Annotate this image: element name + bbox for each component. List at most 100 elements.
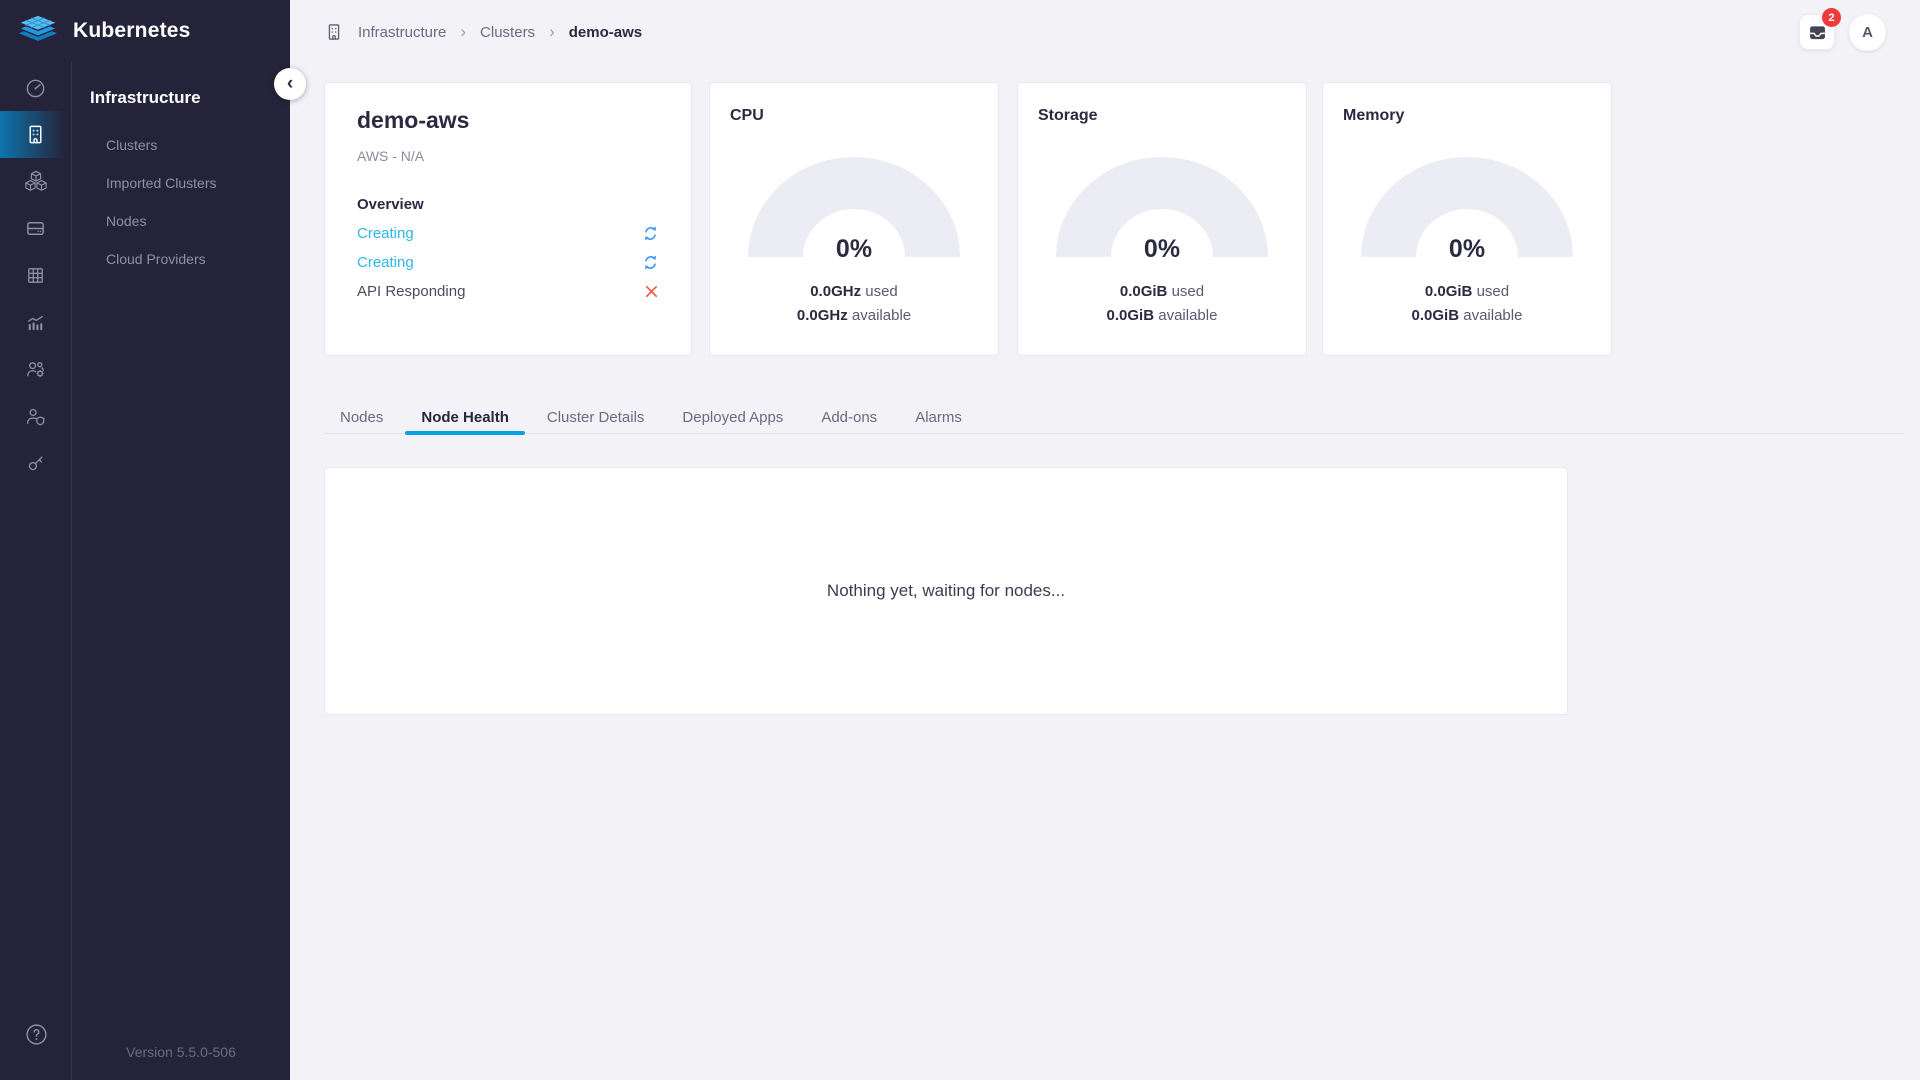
used-label: used	[1477, 283, 1510, 300]
storage-metric-card: Storage 0% 0.0GiB used 0.0GiB available	[1017, 82, 1307, 356]
available-value: 0.0GHz	[797, 307, 848, 324]
cluster-summary-card: demo-aws AWS - N/A Overview Creating Cre…	[324, 82, 692, 356]
sidebar-item-clusters[interactable]: Clusters	[90, 126, 290, 164]
used-line: 0.0GiB used	[1323, 280, 1611, 304]
tab-add-ons[interactable]: Add-ons	[805, 402, 893, 433]
cluster-tabs: Nodes Node Health Cluster Details Deploy…	[324, 402, 1904, 434]
submenu-title: Infrastructure	[90, 88, 290, 108]
sidebar-item-cloud-providers[interactable]: Cloud Providers	[90, 240, 290, 278]
cubes-icon	[24, 170, 48, 193]
breadcrumb-current-cluster: demo-aws	[569, 24, 642, 41]
sidebar-submenu: Infrastructure Clusters Imported Cluster…	[72, 62, 290, 1080]
rail-item-analytics[interactable]	[0, 299, 71, 346]
users-gear-icon	[24, 358, 47, 381]
status-label: API Responding	[357, 283, 465, 300]
breadcrumb: Infrastructure › Clusters › demo-aws	[324, 22, 642, 42]
submenu-items: Clusters Imported Clusters Nodes Cloud P…	[90, 126, 290, 278]
breadcrumb-building-icon	[324, 22, 344, 42]
metric-stats: 0.0GiB used 0.0GiB available	[1323, 280, 1611, 328]
used-line: 0.0GiB used	[1018, 280, 1306, 304]
tab-node-health[interactable]: Node Health	[405, 402, 525, 433]
available-value: 0.0GiB	[1107, 307, 1155, 324]
status-row: Creating	[357, 254, 659, 271]
x-icon	[644, 284, 659, 299]
sync-icon	[642, 254, 659, 271]
gauge-percent: 0%	[1323, 235, 1611, 264]
gauge-percent: 0%	[710, 235, 998, 264]
status-label: Creating	[357, 254, 414, 271]
dashboard-gauge-icon	[24, 76, 47, 99]
cluster-name: demo-aws	[357, 107, 659, 134]
brand-header: Kubernetes	[0, 0, 290, 62]
used-value: 0.0GHz	[810, 283, 861, 300]
sidebar-collapse-button[interactable]: ‹	[274, 68, 306, 100]
topbar-actions: 2 A	[1799, 14, 1886, 51]
available-label: available	[852, 307, 911, 324]
sidebar-body: Infrastructure Clusters Imported Cluster…	[0, 62, 290, 1080]
rail-item-servers[interactable]	[0, 205, 71, 252]
empty-state-message: Nothing yet, waiting for nodes...	[827, 581, 1065, 601]
status-row: API Responding	[357, 283, 659, 300]
available-value: 0.0GiB	[1412, 307, 1460, 324]
tab-cluster-details[interactable]: Cluster Details	[531, 402, 661, 433]
metric-title: Storage	[1038, 107, 1098, 125]
breadcrumb-separator: ›	[460, 22, 466, 42]
rail-item-dashboard[interactable]	[0, 64, 71, 111]
metric-title: Memory	[1343, 107, 1404, 125]
user-shield-icon	[24, 405, 47, 428]
notification-badge: 2	[1822, 8, 1841, 27]
overview-title: Overview	[357, 196, 659, 213]
tab-deployed-apps[interactable]: Deployed Apps	[666, 402, 799, 433]
available-line: 0.0GHz available	[710, 304, 998, 328]
sidebar-item-imported-clusters[interactable]: Imported Clusters	[90, 164, 290, 202]
used-label: used	[865, 283, 898, 300]
main-content: Infrastructure › Clusters › demo-aws 2 A	[290, 0, 1920, 1080]
breadcrumb-infrastructure[interactable]: Infrastructure	[358, 24, 446, 41]
notifications-button[interactable]: 2	[1799, 14, 1835, 50]
rail-item-apps[interactable]	[0, 252, 71, 299]
rail-item-infrastructure[interactable]	[0, 111, 71, 158]
icon-rail	[0, 62, 72, 1080]
rail-item-workloads[interactable]	[0, 158, 71, 205]
used-value: 0.0GiB	[1425, 283, 1473, 300]
gauge-percent: 0%	[1018, 235, 1306, 264]
key-icon	[24, 452, 47, 475]
cluster-provider: AWS - N/A	[357, 148, 659, 164]
avatar[interactable]: A	[1849, 14, 1886, 51]
status-row: Creating	[357, 225, 659, 242]
tab-alarms[interactable]: Alarms	[899, 402, 978, 433]
rail-item-help[interactable]	[0, 1011, 72, 1058]
sync-icon	[642, 225, 659, 242]
rail-item-user-roles[interactable]	[0, 393, 71, 440]
breadcrumb-clusters[interactable]: Clusters	[480, 24, 535, 41]
rail-item-api-keys[interactable]	[0, 440, 71, 487]
grid-icon	[24, 264, 47, 287]
sidebar: Kubernetes	[0, 0, 290, 1080]
brand-name: Kubernetes	[73, 19, 191, 43]
metric-stats: 0.0GHz used 0.0GHz available	[710, 280, 998, 328]
metric-stats: 0.0GiB used 0.0GiB available	[1018, 280, 1306, 328]
available-label: available	[1158, 307, 1217, 324]
used-value: 0.0GiB	[1120, 283, 1168, 300]
analytics-chart-icon	[24, 311, 47, 334]
used-label: used	[1172, 283, 1205, 300]
available-line: 0.0GiB available	[1018, 304, 1306, 328]
app-root: Kubernetes	[0, 0, 1920, 1080]
kubernetes-stack-logo-icon	[15, 13, 61, 49]
version-label: Version 5.5.0-506	[72, 1044, 290, 1060]
breadcrumb-separator: ›	[549, 22, 555, 42]
rail-item-team-settings[interactable]	[0, 346, 71, 393]
server-icon	[24, 217, 47, 240]
available-line: 0.0GiB available	[1323, 304, 1611, 328]
used-line: 0.0GHz used	[710, 280, 998, 304]
node-health-empty-panel: Nothing yet, waiting for nodes...	[324, 467, 1568, 715]
tab-nodes[interactable]: Nodes	[324, 402, 399, 433]
topbar: Infrastructure › Clusters › demo-aws 2 A	[324, 0, 1886, 64]
metric-title: CPU	[730, 107, 764, 125]
cpu-metric-card: CPU 0% 0.0GHz used 0.0GHz available	[709, 82, 999, 356]
available-label: available	[1463, 307, 1522, 324]
infrastructure-building-icon	[24, 123, 47, 146]
sidebar-item-nodes[interactable]: Nodes	[90, 202, 290, 240]
memory-metric-card: Memory 0% 0.0GiB used 0.0GiB available	[1322, 82, 1612, 356]
status-label: Creating	[357, 225, 414, 242]
